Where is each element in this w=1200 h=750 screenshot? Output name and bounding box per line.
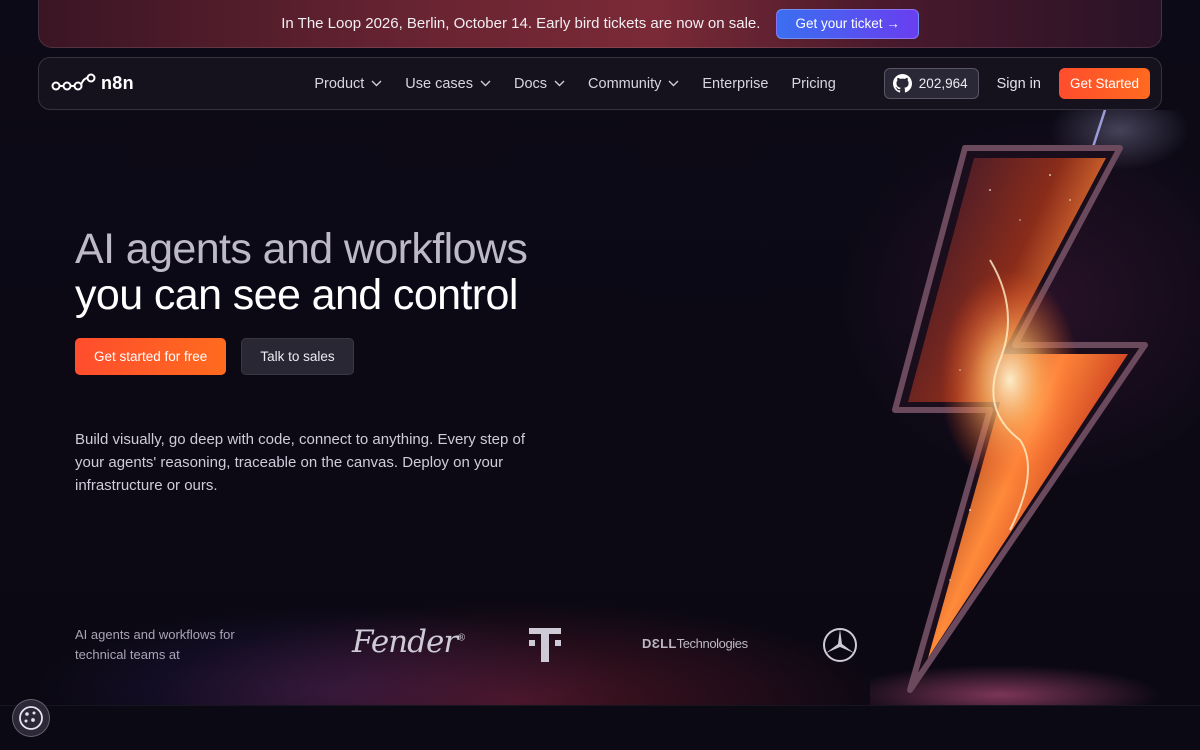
github-stars-button[interactable]: 202,964 <box>883 68 979 99</box>
chevron-down-icon <box>371 80 382 87</box>
nav-item-pricing[interactable]: Pricing <box>791 76 835 92</box>
cookie-settings-button[interactable] <box>12 699 50 737</box>
lightning-bolt-art <box>870 110 1190 710</box>
mercedes-logo <box>823 628 857 662</box>
dell-technologies-logo: DƐLLTechnologies <box>642 636 748 651</box>
nav-item-label: Pricing <box>791 75 836 92</box>
get-started-button[interactable]: Get Started <box>1058 68 1150 99</box>
fender-logo-text: Fender <box>352 624 458 660</box>
chevron-down-icon <box>668 80 679 87</box>
nav-item-use-cases[interactable]: Use cases <box>405 76 491 92</box>
nav-item-label: Use cases <box>405 75 473 92</box>
github-icon <box>892 74 912 93</box>
hero-title: AI agents and workflows you can see and … <box>75 225 528 319</box>
chevron-down-icon <box>554 80 565 87</box>
dell-brand-text: DƐLL <box>642 636 677 651</box>
nav-item-label: Community <box>588 75 662 92</box>
hero-description: Build visually, go deep with code, conne… <box>75 431 525 494</box>
n8n-nodes-logo-icon <box>51 73 96 90</box>
nav-item-enterprise[interactable]: Enterprise <box>702 76 768 92</box>
get-started-free-button[interactable]: Get started for free <box>75 338 227 375</box>
hero-title-line-2: you can see and control <box>75 271 518 319</box>
cookie-icon <box>19 706 43 730</box>
page-bottom-band <box>0 705 1200 750</box>
nav-item-product[interactable]: Product <box>314 76 382 92</box>
top-nav: n8n Product Use cases Docs Community Ent… <box>38 57 1162 110</box>
logo-text: n8n <box>101 73 134 93</box>
talk-to-sales-button[interactable]: Talk to sales <box>241 338 354 375</box>
sign-in-link[interactable]: Sign in <box>989 76 1049 92</box>
nav-item-label: Enterprise <box>702 75 769 92</box>
n8n-logo[interactable]: n8n <box>51 73 134 95</box>
chevron-down-icon <box>480 80 491 87</box>
dell-suffix-text: Technologies <box>676 636 748 651</box>
nav-links: Product Use cases Docs Community Enterpr… <box>314 76 835 92</box>
announcement-banner: In The Loop 2026, Berlin, October 14. Ea… <box>38 0 1162 48</box>
hero-cta-row: Get started for free Talk to sales <box>75 338 354 375</box>
fender-logo: Fender® <box>352 624 466 660</box>
page: In The Loop 2026, Berlin, October 14. Ea… <box>0 0 1200 750</box>
nav-item-label: Docs <box>514 75 548 92</box>
banner-text: In The Loop 2026, Berlin, October 14. Ea… <box>281 15 761 32</box>
nav-actions: 202,964 Sign in Get Started <box>883 68 1150 99</box>
telekom-logo <box>529 628 561 662</box>
github-star-count: 202,964 <box>918 76 968 91</box>
nav-item-community[interactable]: Community <box>588 76 679 92</box>
nav-item-docs[interactable]: Docs <box>514 76 565 92</box>
nav-item-label: Product <box>314 75 365 92</box>
hero-title-line-1: AI agents and workflows <box>75 225 528 273</box>
get-ticket-button[interactable]: Get your ticket → <box>776 8 919 39</box>
logos-caption: AI agents and workflows for technical te… <box>75 627 235 662</box>
